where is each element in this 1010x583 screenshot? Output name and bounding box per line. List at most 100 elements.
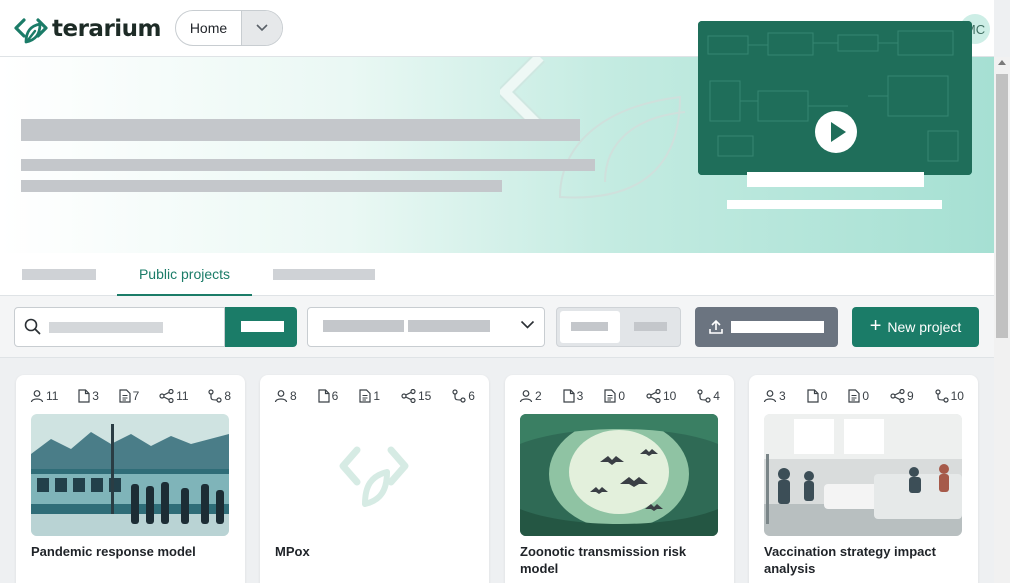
stat-workflows: 6 [452,389,475,403]
stat-contributors: 2 [519,389,542,403]
stat-contributors: 3 [763,389,786,403]
tab-my-projects-placeholder[interactable] [22,269,96,280]
project-thumbnail [520,414,718,536]
terarium-logo[interactable]: terarium [14,12,162,46]
project-stats: 2 3 0 10 4 [519,389,720,403]
stat-papers: 6 [318,389,339,403]
stat-papers: 3 [78,389,99,403]
tab-sample-projects-placeholder[interactable] [273,269,375,280]
stat-value: 10 [662,389,677,403]
workflow-icon [452,389,466,403]
stat-value: 3 [576,389,584,403]
file-icon [318,389,330,403]
project-thumbnail [31,414,229,536]
stat-value: 15 [417,389,432,403]
hero-heading-placeholder [21,119,580,141]
user-icon [763,389,777,403]
navigation-dropdown-toggle[interactable] [241,11,282,45]
stat-documents: 1 [359,389,380,403]
tab-public-projects[interactable]: Public projects [117,253,252,296]
stat-value: 11 [46,389,59,403]
share-nodes-icon [646,389,661,403]
stat-models: 10 [646,389,676,403]
search-button-label-placeholder [241,321,284,332]
upload-icon [709,319,723,334]
project-stats: 11 3 7 11 8 [30,389,231,403]
stat-value: 6 [331,389,339,403]
stat-documents: 0 [604,389,625,403]
stat-workflows: 4 [697,389,720,403]
navigation-selected-label: Home [189,20,228,36]
view-mode-table-option[interactable] [634,322,667,331]
project-card[interactable]: 3 0 0 9 10 Vaccination strategy impact analys… [749,375,978,583]
stat-workflows: 10 [935,389,964,403]
stat-value: 3 [92,389,99,403]
stat-papers: 0 [807,389,828,403]
project-card[interactable]: 8 6 1 15 6 MPox [260,375,489,583]
view-option-label-placeholder [571,322,608,331]
new-project-label: New project [887,319,962,335]
stat-value: 6 [468,389,475,403]
stat-models: 11 [159,389,189,403]
stat-documents: 0 [848,389,869,403]
project-card[interactable]: 11 3 7 11 8 Pandemic response model [16,375,245,583]
stat-value: 10 [950,389,964,403]
project-card[interactable]: 2 3 0 10 4 Zoonotic transmission risk model [505,375,734,583]
document-icon [848,389,860,403]
search-icon [24,318,41,335]
video-caption-placeholder [727,200,942,209]
scroll-up-arrow-icon[interactable] [998,60,1006,65]
chevron-down-icon [520,320,535,329]
stat-documents: 7 [119,389,139,403]
file-icon [78,389,90,403]
stat-models: 15 [401,389,431,403]
stat-value: 3 [779,389,786,403]
share-nodes-icon [159,389,174,403]
workflow-icon [208,389,222,403]
filter-value-placeholder [408,320,490,332]
project-title: Vaccination strategy impact analysis [764,544,936,576]
user-icon [519,389,533,403]
user-icon [30,389,44,403]
file-icon [807,389,819,403]
filter-label-placeholder [323,320,404,332]
document-icon [604,389,616,403]
user-icon [274,389,288,403]
stat-value: 11 [176,389,189,403]
stat-models: 9 [890,389,914,403]
project-title: Zoonotic transmission risk model [520,544,687,576]
brand-name: terarium [52,16,162,42]
workflow-icon [935,389,949,403]
search-placeholder-text [49,322,163,333]
workflow-icon [697,389,711,403]
file-icon [563,389,575,403]
stat-value: 9 [906,389,914,403]
share-nodes-icon [890,389,905,403]
stat-papers: 3 [563,389,584,403]
stat-workflows: 8 [208,389,231,403]
project-thumbnail [764,414,962,536]
chevron-down-icon [256,24,268,32]
stat-value: 0 [618,389,625,403]
scrollbar-thumb[interactable] [996,74,1008,338]
project-stats: 8 6 1 15 6 [274,389,475,403]
project-title: MPox [275,544,310,559]
play-video-icon[interactable] [814,110,858,154]
hero-text-placeholder [21,180,502,192]
stat-value: 8 [290,389,297,403]
new-project-button[interactable]: + New project [852,307,979,347]
project-stats: 3 0 0 9 10 [763,389,964,403]
terarium-logo-icon [14,18,48,44]
project-thumbnail [275,414,473,536]
upload-button-label-placeholder [731,321,824,333]
stat-value: 4 [713,389,720,403]
stat-value: 1 [373,389,380,403]
project-title: Pandemic response model [31,544,196,559]
stat-value: 0 [862,389,869,403]
navigation-dropdown[interactable]: Home [175,10,283,46]
project-tabs: Public projects [0,253,994,296]
stat-value: 2 [535,389,542,403]
plus-icon: + [869,315,882,337]
share-nodes-icon [401,389,416,403]
stat-value: 0 [820,389,828,403]
